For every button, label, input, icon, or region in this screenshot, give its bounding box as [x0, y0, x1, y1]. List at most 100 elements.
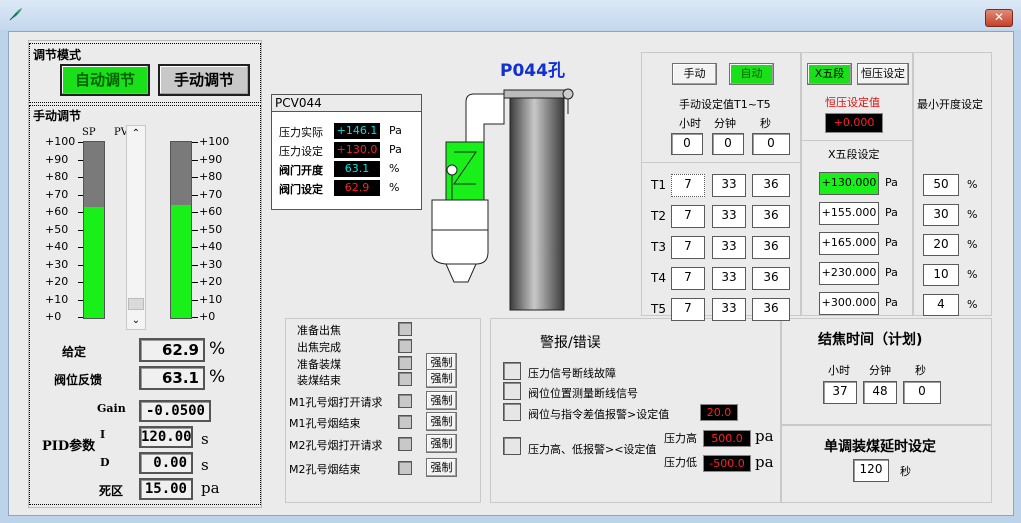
timer-hour-input[interactable]: 7	[671, 236, 705, 259]
signal-indicator	[398, 415, 412, 429]
xfive-unit: Pa	[885, 236, 898, 249]
timer-hour-input[interactable]: 7	[671, 205, 705, 228]
alarm-checkbox-1[interactable]	[503, 362, 521, 380]
feedback-label: 阀位反馈	[54, 373, 103, 387]
low-label: 压力低	[664, 456, 697, 469]
signal-indicator	[398, 339, 412, 353]
timer-hour-input[interactable]: 7	[671, 298, 705, 321]
pv-scrollbar[interactable]: ⌃ ⌄	[126, 125, 146, 330]
right-scale-tick	[192, 264, 198, 266]
close-button[interactable]: ✕	[985, 9, 1013, 27]
manual-button[interactable]: 手动	[672, 63, 717, 85]
timer-hour-input[interactable]: 7	[671, 267, 705, 290]
pcv-row-value: +130.0	[334, 142, 380, 158]
manual-hour-input[interactable]: 0	[671, 133, 703, 155]
left-scale-tick	[78, 282, 83, 283]
ascension-pipe	[509, 97, 565, 311]
timer-sec-input[interactable]: 36	[752, 267, 790, 290]
xfive-value-input[interactable]: +230.000	[819, 262, 879, 285]
timer-sec-input[interactable]: 36	[752, 298, 790, 321]
timer-min-input[interactable]: 33	[712, 205, 746, 228]
scroll-down-icon[interactable]: ⌄	[127, 313, 145, 329]
coke-sec-input[interactable]: 0	[903, 381, 941, 404]
coke-min-input[interactable]: 48	[863, 381, 897, 404]
xfive-button[interactable]: X五段	[807, 63, 852, 85]
scroll-thumb[interactable]	[128, 298, 144, 310]
left-scale-tick	[78, 247, 83, 248]
signal-indicator	[398, 461, 412, 475]
col-sec: 秒	[760, 117, 771, 130]
min-open-unit: %	[967, 208, 978, 221]
alarm-checkbox-3[interactable]	[503, 403, 521, 421]
timer-min-input[interactable]: 33	[712, 174, 746, 197]
timer-sec-input[interactable]: 36	[752, 205, 790, 228]
signal-label: 准备出焦	[297, 324, 341, 337]
force-button[interactable]: 强制	[426, 412, 457, 431]
coke-hour-input[interactable]: 37	[823, 381, 857, 404]
alarm-checkbox-4[interactable]	[503, 437, 521, 455]
left-scale-tick	[78, 194, 83, 196]
min-open-unit: %	[967, 298, 978, 311]
manual-sec-input[interactable]: 0	[752, 133, 790, 155]
xfive-section-title: X五段设定	[828, 148, 880, 161]
timer-sec-input[interactable]: 36	[752, 236, 790, 259]
right-scale-tick	[192, 299, 198, 301]
force-button[interactable]: 强制	[426, 391, 457, 410]
d-value[interactable]: 0.00	[139, 452, 193, 474]
min-open-input[interactable]: 50	[923, 174, 959, 196]
alarm-checkbox-2[interactable]	[503, 382, 521, 400]
xfive-value-input[interactable]: +155.000	[819, 202, 879, 225]
signal-label: M1孔号烟结束	[289, 417, 361, 430]
signal-indicator	[398, 372, 412, 386]
dead-value[interactable]: 15.00	[139, 478, 193, 500]
gain-value[interactable]: -0.0500	[139, 400, 211, 422]
right-scale-tick	[192, 159, 198, 161]
timer-hour-input[interactable]: 7	[671, 174, 705, 197]
min-open-input[interactable]: 20	[923, 234, 959, 256]
timer-min-input[interactable]: 33	[712, 267, 746, 290]
xfive-value-input[interactable]: +165.000	[819, 232, 879, 255]
left-scale-label: +60	[45, 205, 69, 218]
setpoint-label: 给定	[62, 345, 87, 359]
alarm-item-2: 阀位位置测量断线信号	[528, 387, 638, 400]
manual-adjust-button[interactable]: 手动调节	[158, 64, 250, 96]
left-scale-tick	[78, 142, 83, 143]
manual-min-input[interactable]: 0	[712, 133, 744, 155]
hole-title: P044孔	[500, 61, 565, 81]
gain-label: Gain	[97, 402, 126, 415]
right-scale-label: +10	[199, 292, 223, 306]
timer-sec-input[interactable]: 36	[752, 174, 790, 197]
left-scale-label: +30	[45, 257, 69, 271]
delay-input[interactable]: 120	[853, 459, 889, 482]
right-scale-tick	[192, 229, 198, 231]
scroll-up-icon[interactable]: ⌃	[127, 126, 145, 142]
left-scale-label: +40	[45, 240, 69, 253]
right-scale-label: +40	[199, 240, 223, 253]
pcv-row-label: 压力实际	[279, 126, 323, 139]
force-button[interactable]: 强制	[426, 434, 457, 453]
right-scale-tick	[192, 212, 198, 213]
i-value[interactable]: 120.00	[139, 426, 193, 448]
coke-col-min: 分钟	[869, 364, 891, 377]
xfive-value-input[interactable]: +300.000	[819, 292, 879, 315]
force-button[interactable]: 强制	[426, 458, 457, 477]
timer-min-input[interactable]: 33	[712, 236, 746, 259]
auto-button[interactable]: 自动	[729, 63, 774, 85]
min-open-input[interactable]: 10	[923, 264, 959, 286]
auto-adjust-button[interactable]: 自动调节	[60, 64, 150, 96]
col-min: 分钟	[714, 117, 736, 130]
delay-title: 单调装煤延时设定	[824, 439, 936, 455]
coke-col-sec: 秒	[915, 364, 926, 377]
xfive-value-input[interactable]: +130.000	[819, 172, 879, 195]
right-scale-tick	[192, 317, 198, 318]
sp-label: SP	[82, 127, 96, 138]
standpipe-diagram	[431, 88, 574, 311]
min-open-input[interactable]: 30	[923, 204, 959, 226]
min-open-input[interactable]: 4	[923, 294, 959, 316]
force-button[interactable]: 强制	[426, 369, 457, 388]
title-bar	[0, 0, 1021, 30]
timer-min-input[interactable]: 33	[712, 298, 746, 321]
pcv-row-value: 63.1	[334, 161, 380, 177]
const-pressure-button[interactable]: 恒压设定	[857, 63, 909, 85]
dead-label: 死区	[99, 484, 124, 498]
